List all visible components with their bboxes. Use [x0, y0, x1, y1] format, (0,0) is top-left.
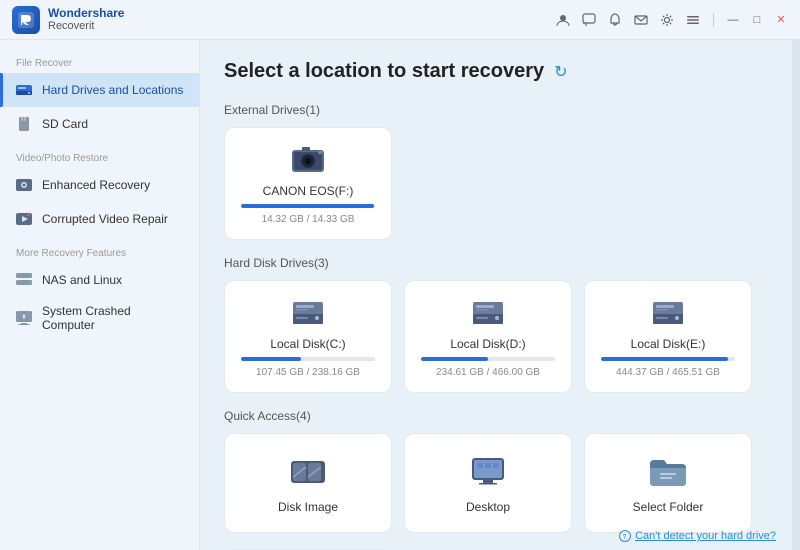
sidebar-section-file-recover: File Recover	[0, 52, 199, 73]
refresh-icon[interactable]: ↻	[554, 62, 567, 82]
sd-card-icon	[14, 114, 34, 134]
sidebar-item-sd-card-label: SD Card	[42, 117, 88, 131]
external-drives-label: External Drives(1)	[224, 103, 768, 117]
system-crashed-icon	[14, 308, 34, 328]
sidebar-item-enhanced-recovery-label: Enhanced Recovery	[42, 178, 150, 192]
canon-bar-container	[241, 204, 375, 208]
quick-access-row: Disk Image Desktop	[224, 433, 768, 533]
sidebar-item-nas-linux-label: NAS and Linux	[42, 273, 122, 287]
sidebar: File Recover Hard Drives and Locations	[0, 40, 200, 550]
app-branding: Wondershare Recoverit	[12, 6, 124, 34]
quick-card-disk-image[interactable]: Disk Image	[224, 433, 392, 533]
close-button[interactable]: ✕	[774, 13, 788, 27]
local-disk-c-icon	[290, 295, 326, 331]
local-disk-d-size: 234.61 GB / 466.00 GB	[436, 367, 540, 378]
sidebar-item-system-crashed-label: System Crashed Computer	[42, 304, 185, 332]
drive-card-canon-inner: CANON EOS(F:) 14.32 GB / 14.33 GB	[241, 142, 375, 225]
sidebar-section-video-photo: Video/Photo Restore	[0, 147, 199, 168]
sidebar-item-corrupted-video-label: Corrupted Video Repair	[42, 212, 168, 226]
desktop-icon	[468, 452, 508, 492]
drive-card-e-inner: Local Disk(E:) 444.37 GB / 465.51 GB	[601, 295, 735, 378]
drive-card-d-inner: Local Disk(D:) 234.61 GB / 466.00 GB	[421, 295, 555, 378]
settings-icon[interactable]	[659, 12, 675, 28]
maximize-button[interactable]: □	[750, 13, 764, 27]
sidebar-item-hard-drives[interactable]: Hard Drives and Locations	[0, 73, 199, 107]
drive-card-c-inner: Local Disk(C:) 107.45 GB / 238.16 GB	[241, 295, 375, 378]
quick-card-select-folder[interactable]: Select Folder	[584, 433, 752, 533]
quick-access-label: Quick Access(4)	[224, 409, 768, 423]
chat-icon[interactable]	[581, 12, 597, 28]
canon-bar	[241, 204, 374, 208]
local-disk-e-icon	[650, 295, 686, 331]
local-disk-c-size: 107.45 GB / 238.16 GB	[256, 367, 360, 378]
bell-icon[interactable]	[607, 12, 623, 28]
sidebar-item-system-crashed[interactable]: System Crashed Computer	[0, 297, 199, 339]
local-disk-e-bar	[601, 357, 728, 361]
mail-icon[interactable]	[633, 12, 649, 28]
hdd-row: Local Disk(C:) 107.45 GB / 238.16 GB	[224, 280, 768, 393]
page-title: Select a location to start recovery	[224, 60, 544, 83]
cant-detect-link[interactable]: ? Can't detect your hard drive?	[619, 530, 776, 542]
canon-drive-name: CANON EOS(F:)	[263, 184, 354, 198]
sidebar-item-sd-card[interactable]: SD Card	[0, 107, 199, 141]
local-disk-d-bar-container	[421, 357, 555, 361]
camera-icon	[290, 142, 326, 178]
user-icon[interactable]	[555, 12, 571, 28]
local-disk-d-bar	[421, 357, 488, 361]
local-disk-e-name: Local Disk(E:)	[631, 337, 706, 351]
local-disk-e-bar-container	[601, 357, 735, 361]
canon-size: 14.32 GB / 14.33 GB	[262, 214, 355, 225]
disk-image-label: Disk Image	[278, 500, 338, 514]
folder-icon	[648, 452, 688, 492]
local-disk-d-name: Local Disk(D:)	[450, 337, 525, 351]
drive-card-d[interactable]: Local Disk(D:) 234.61 GB / 466.00 GB	[404, 280, 572, 393]
drive-card-canon[interactable]: CANON EOS(F:) 14.32 GB / 14.33 GB	[224, 127, 392, 240]
local-disk-c-bar	[241, 357, 301, 361]
local-disk-e-size: 444.37 GB / 465.51 GB	[616, 367, 720, 378]
titlebar-icons: — □ ✕	[555, 12, 788, 28]
quick-card-desktop[interactable]: Desktop	[404, 433, 572, 533]
titlebar: Wondershare Recoverit — □ ✕	[0, 0, 800, 40]
divider	[713, 13, 714, 27]
sidebar-section-more: More Recovery Features	[0, 242, 199, 263]
scrollbar-area	[792, 40, 800, 550]
app-logo	[12, 6, 40, 34]
enhanced-recovery-icon	[14, 175, 34, 195]
hdd-label: Hard Disk Drives(3)	[224, 256, 768, 270]
local-disk-d-icon	[470, 295, 506, 331]
sidebar-item-hard-drives-label: Hard Drives and Locations	[42, 83, 183, 97]
app-title: Wondershare Recoverit	[48, 6, 124, 34]
local-disk-c-bar-container	[241, 357, 375, 361]
hdd-icon	[14, 80, 34, 100]
drive-card-e[interactable]: Local Disk(E:) 444.37 GB / 465.51 GB	[584, 280, 752, 393]
content-header: Select a location to start recovery ↻	[224, 60, 768, 83]
minimize-button[interactable]: —	[726, 13, 740, 27]
svg-text:?: ?	[623, 534, 627, 541]
menu-icon[interactable]	[685, 12, 701, 28]
desktop-label: Desktop	[466, 500, 510, 514]
sidebar-item-nas-linux[interactable]: NAS and Linux	[0, 263, 199, 297]
drive-card-c[interactable]: Local Disk(C:) 107.45 GB / 238.16 GB	[224, 280, 392, 393]
local-disk-c-name: Local Disk(C:)	[270, 337, 345, 351]
sidebar-item-enhanced-recovery[interactable]: Enhanced Recovery	[0, 168, 199, 202]
sidebar-item-corrupted-video[interactable]: Corrupted Video Repair	[0, 202, 199, 236]
nas-icon	[14, 270, 34, 290]
external-drives-row: CANON EOS(F:) 14.32 GB / 14.33 GB	[224, 127, 768, 240]
corrupted-video-icon	[14, 209, 34, 229]
disk-image-icon	[288, 452, 328, 492]
select-folder-label: Select Folder	[633, 500, 704, 514]
main-content: Select a location to start recovery ↻ Ex…	[200, 40, 792, 550]
main-layout: File Recover Hard Drives and Locations	[0, 40, 800, 550]
